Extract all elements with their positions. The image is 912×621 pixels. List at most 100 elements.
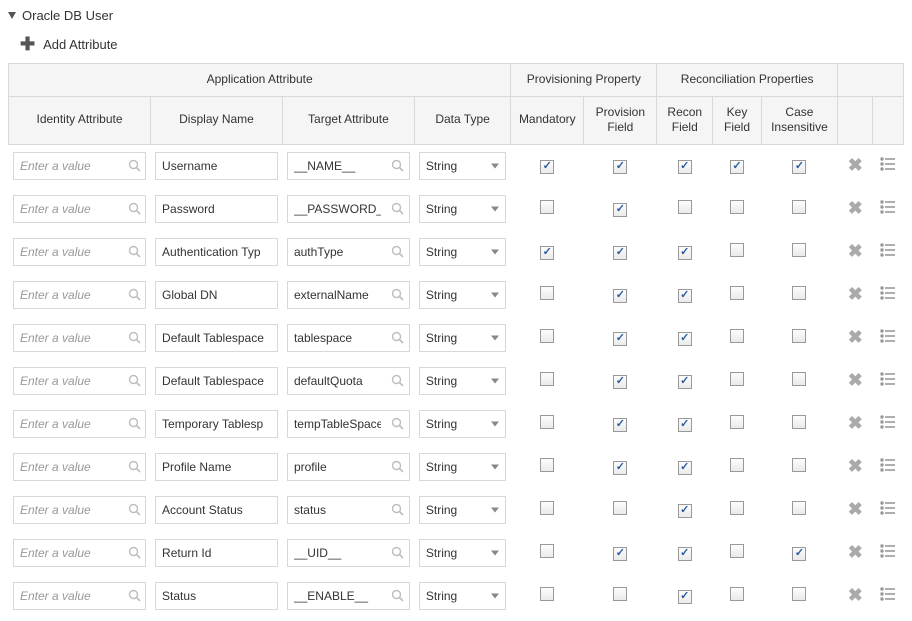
- search-icon[interactable]: [387, 417, 409, 430]
- checkbox[interactable]: [730, 160, 744, 174]
- target-input[interactable]: [288, 454, 387, 480]
- search-icon[interactable]: [387, 546, 409, 559]
- delete-row-button[interactable]: ✖: [848, 327, 863, 348]
- checkbox[interactable]: [540, 587, 554, 601]
- search-icon[interactable]: [387, 589, 409, 602]
- checkbox[interactable]: [613, 332, 627, 346]
- datatype-select[interactable]: String: [419, 152, 506, 180]
- search-icon[interactable]: [387, 331, 409, 344]
- target-input[interactable]: [288, 583, 387, 609]
- checkbox[interactable]: [730, 501, 744, 515]
- checkbox[interactable]: [792, 243, 806, 257]
- search-icon[interactable]: [123, 503, 145, 516]
- checkbox[interactable]: [792, 547, 806, 561]
- datatype-select[interactable]: String: [419, 281, 506, 309]
- checkbox[interactable]: [540, 415, 554, 429]
- checkbox[interactable]: [613, 418, 627, 432]
- row-options-button[interactable]: [880, 543, 896, 559]
- checkbox[interactable]: [730, 286, 744, 300]
- row-options-button[interactable]: [880, 199, 896, 215]
- target-input[interactable]: [288, 325, 387, 351]
- checkbox[interactable]: [678, 332, 692, 346]
- target-input[interactable]: [288, 239, 387, 265]
- identity-input[interactable]: [14, 325, 123, 351]
- checkbox[interactable]: [678, 590, 692, 604]
- search-icon[interactable]: [123, 589, 145, 602]
- display-name-input[interactable]: [155, 195, 278, 223]
- checkbox[interactable]: [730, 458, 744, 472]
- search-icon[interactable]: [123, 245, 145, 258]
- search-icon[interactable]: [123, 417, 145, 430]
- datatype-select[interactable]: String: [419, 496, 506, 524]
- display-name-input[interactable]: [155, 152, 278, 180]
- search-icon[interactable]: [387, 202, 409, 215]
- datatype-select[interactable]: String: [419, 324, 506, 352]
- row-options-button[interactable]: [880, 371, 896, 387]
- row-options-button[interactable]: [880, 156, 896, 172]
- search-icon[interactable]: [387, 159, 409, 172]
- checkbox[interactable]: [613, 501, 627, 515]
- delete-row-button[interactable]: ✖: [848, 155, 863, 176]
- checkbox[interactable]: [613, 547, 627, 561]
- target-input[interactable]: [288, 368, 387, 394]
- checkbox[interactable]: [613, 587, 627, 601]
- search-icon[interactable]: [123, 159, 145, 172]
- identity-input[interactable]: [14, 282, 123, 308]
- checkbox[interactable]: [678, 504, 692, 518]
- identity-input[interactable]: [14, 368, 123, 394]
- checkbox[interactable]: [678, 461, 692, 475]
- checkbox[interactable]: [730, 544, 744, 558]
- identity-input[interactable]: [14, 497, 123, 523]
- checkbox[interactable]: [792, 415, 806, 429]
- datatype-select[interactable]: String: [419, 582, 506, 610]
- checkbox[interactable]: [792, 372, 806, 386]
- checkbox[interactable]: [613, 289, 627, 303]
- checkbox[interactable]: [678, 547, 692, 561]
- checkbox[interactable]: [792, 501, 806, 515]
- identity-input[interactable]: [14, 196, 123, 222]
- target-input[interactable]: [288, 497, 387, 523]
- search-icon[interactable]: [387, 503, 409, 516]
- checkbox[interactable]: [792, 458, 806, 472]
- checkbox[interactable]: [540, 160, 554, 174]
- checkbox[interactable]: [540, 200, 554, 214]
- search-icon[interactable]: [123, 331, 145, 344]
- target-input[interactable]: [288, 196, 387, 222]
- add-attribute-button[interactable]: ✚ Add Attribute: [20, 35, 118, 53]
- datatype-select[interactable]: String: [419, 410, 506, 438]
- search-icon[interactable]: [123, 202, 145, 215]
- datatype-select[interactable]: String: [419, 453, 506, 481]
- identity-input[interactable]: [14, 239, 123, 265]
- search-icon[interactable]: [123, 460, 145, 473]
- checkbox[interactable]: [730, 372, 744, 386]
- delete-row-button[interactable]: ✖: [848, 413, 863, 434]
- checkbox[interactable]: [540, 329, 554, 343]
- search-icon[interactable]: [387, 374, 409, 387]
- display-name-input[interactable]: [155, 539, 278, 567]
- row-options-button[interactable]: [880, 328, 896, 344]
- target-input[interactable]: [288, 411, 387, 437]
- checkbox[interactable]: [792, 587, 806, 601]
- section-header[interactable]: Oracle DB User: [8, 8, 904, 23]
- checkbox[interactable]: [540, 246, 554, 260]
- row-options-button[interactable]: [880, 242, 896, 258]
- checkbox[interactable]: [730, 243, 744, 257]
- display-name-input[interactable]: [155, 324, 278, 352]
- display-name-input[interactable]: [155, 410, 278, 438]
- search-icon[interactable]: [387, 245, 409, 258]
- checkbox[interactable]: [678, 246, 692, 260]
- row-options-button[interactable]: [880, 414, 896, 430]
- search-icon[interactable]: [123, 374, 145, 387]
- checkbox[interactable]: [792, 200, 806, 214]
- checkbox[interactable]: [540, 286, 554, 300]
- checkbox[interactable]: [730, 329, 744, 343]
- checkbox[interactable]: [678, 418, 692, 432]
- checkbox[interactable]: [678, 160, 692, 174]
- delete-row-button[interactable]: ✖: [848, 241, 863, 262]
- checkbox[interactable]: [613, 203, 627, 217]
- checkbox[interactable]: [730, 587, 744, 601]
- search-icon[interactable]: [387, 288, 409, 301]
- search-icon[interactable]: [387, 460, 409, 473]
- row-options-button[interactable]: [880, 586, 896, 602]
- checkbox[interactable]: [540, 544, 554, 558]
